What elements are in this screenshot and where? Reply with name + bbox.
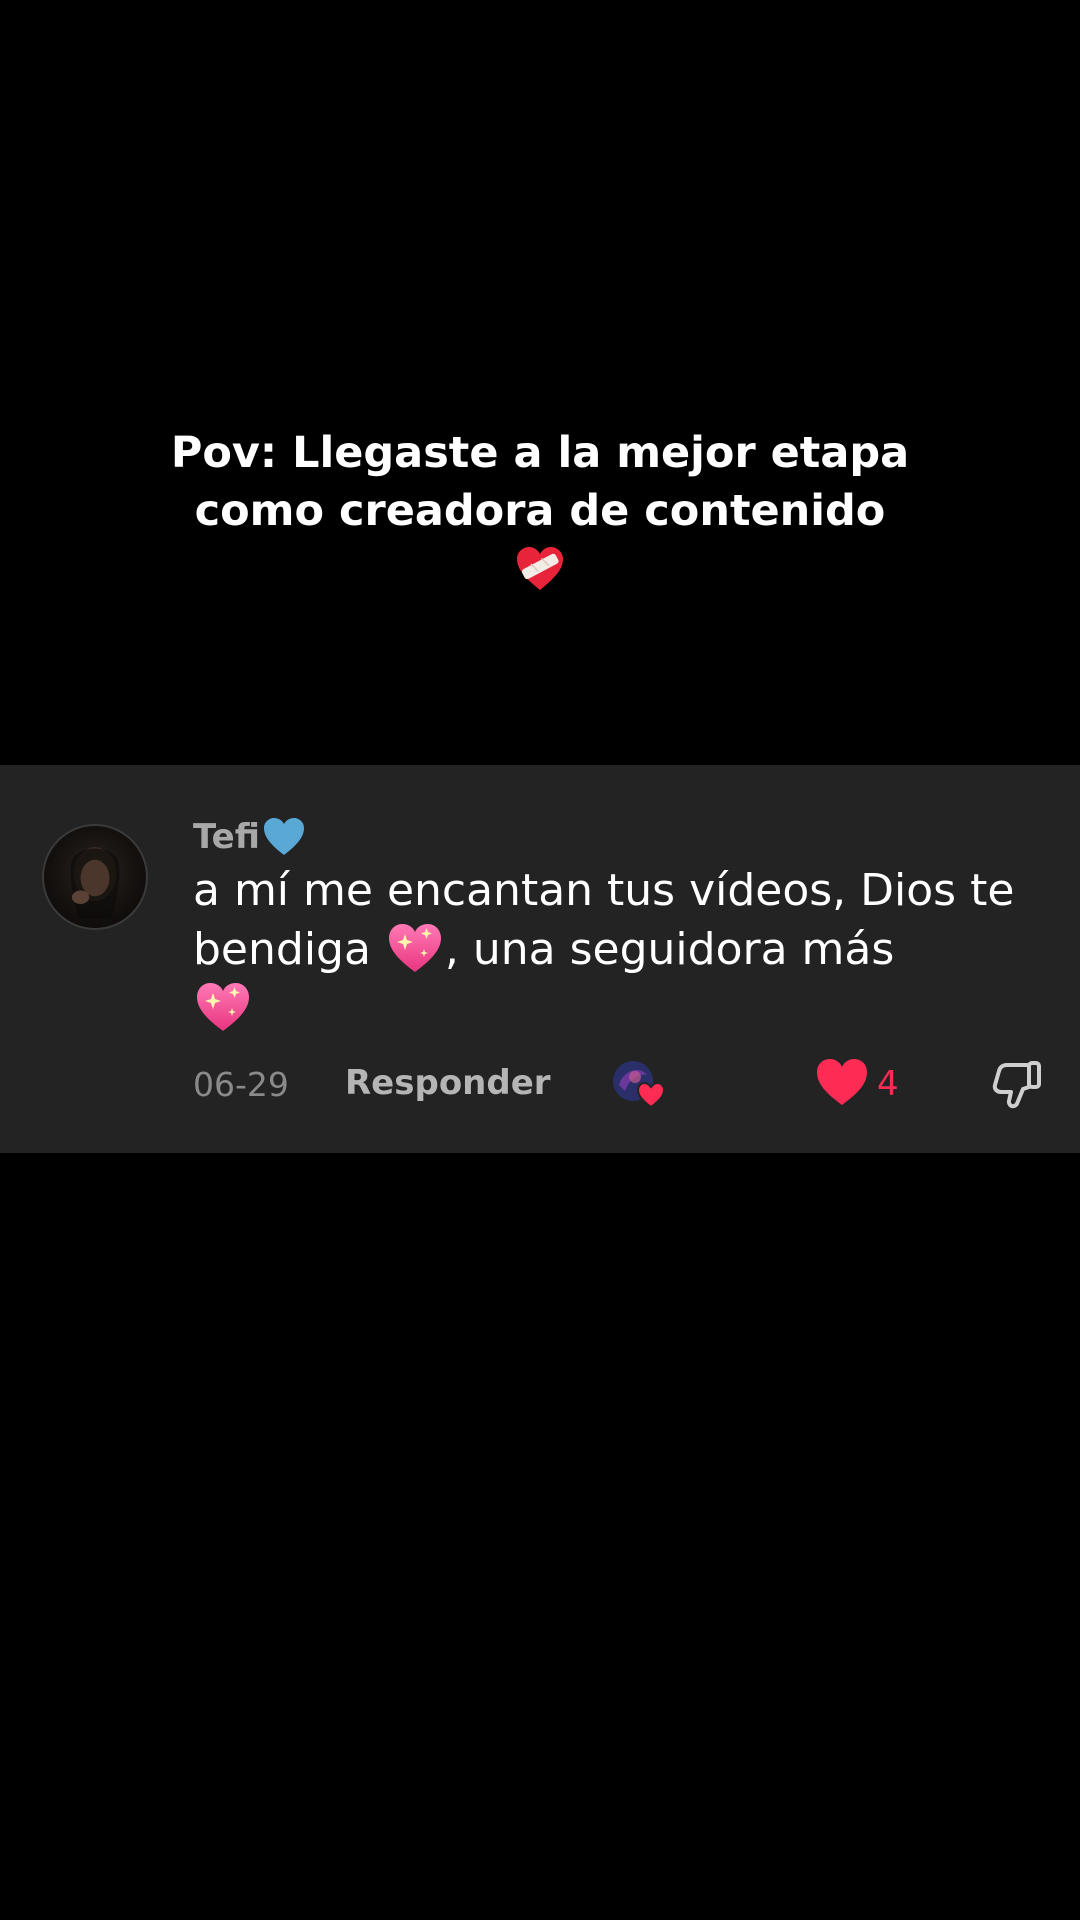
avatar-photo-icon <box>70 847 120 919</box>
caption-line-2: como creadora de contenido <box>194 486 886 536</box>
sparkling-heart-icon <box>197 983 249 1031</box>
comment-text: a mí me encantan tus vídeos, Dios te ben… <box>193 861 1053 1038</box>
creator-liked-icon <box>613 1061 666 1109</box>
video-caption: Pov: Llegaste a la mejor etapa como crea… <box>0 424 1080 592</box>
mending-heart-icon <box>517 547 563 590</box>
blue-heart-icon <box>263 818 304 855</box>
comment-text-part-2: , una seguidora más <box>444 924 895 975</box>
username[interactable]: Tefi <box>193 817 260 857</box>
dislike-icon[interactable] <box>989 1055 1045 1111</box>
avatar[interactable] <box>42 824 148 930</box>
sparkling-heart-icon <box>388 924 441 972</box>
video-screen: Pov: Llegaste a la mejor etapa como crea… <box>0 0 1080 1920</box>
like-heart-icon[interactable] <box>815 1057 869 1107</box>
comment-card: Tefi a mí me encantan tus vídeos, Dios t… <box>0 765 1080 1153</box>
comment-meta-row: 06-29 Responder 4 <box>193 1055 1053 1111</box>
comment-date: 06-29 <box>193 1065 289 1104</box>
reply-button[interactable]: Responder <box>345 1063 551 1103</box>
like-count: 4 <box>877 1064 899 1104</box>
username-row[interactable]: Tefi <box>193 813 306 861</box>
caption-line-1: Pov: Llegaste a la mejor etapa <box>170 428 910 478</box>
